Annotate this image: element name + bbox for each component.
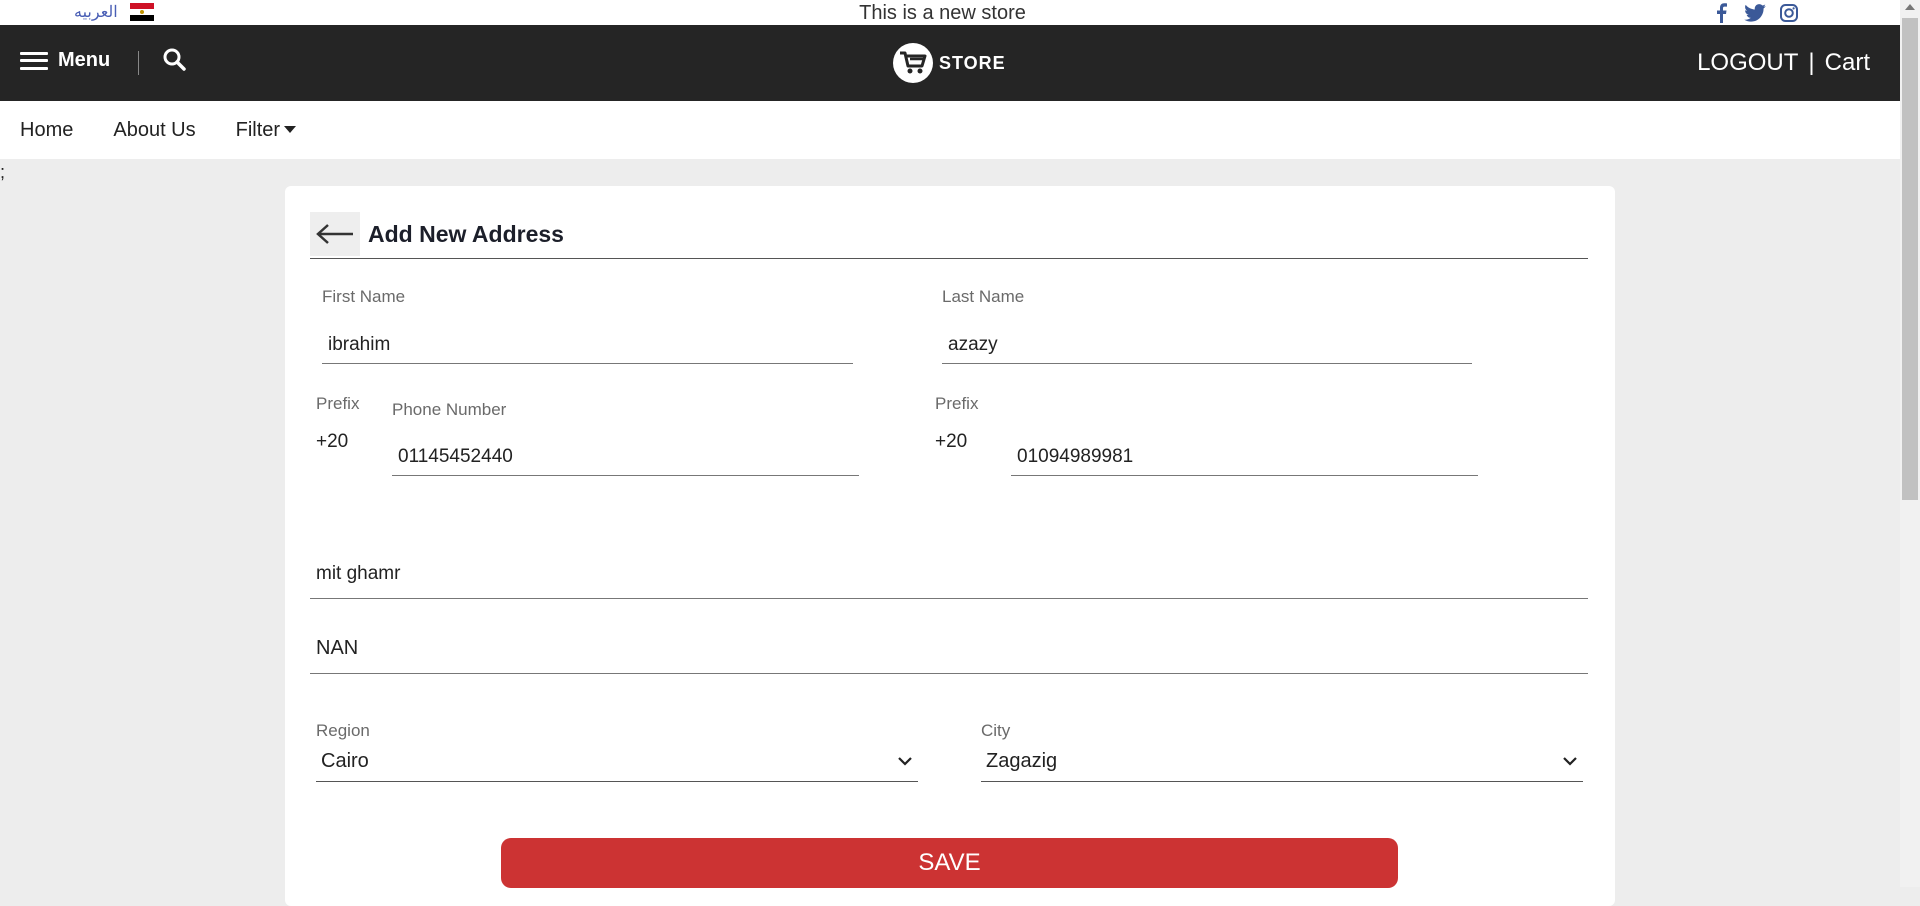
prefix2-value: +20 <box>935 431 968 452</box>
save-button[interactable]: SAVE <box>501 838 1398 888</box>
caret-down-icon[interactable] <box>284 126 297 134</box>
nav-item-about[interactable]: About Us <box>113 119 195 142</box>
chevron-down-icon[interactable] <box>898 757 912 766</box>
address-line2-input[interactable] <box>310 624 1588 674</box>
nav-home-label[interactable]: Home <box>20 119 73 142</box>
announcement-text: This is a new store <box>859 2 1026 24</box>
chevron-down-icon[interactable] <box>1563 757 1577 766</box>
instagram-icon[interactable] <box>1778 2 1800 24</box>
back-button[interactable] <box>310 212 360 256</box>
logo-text: STORE <box>939 52 1006 73</box>
last-name-label: Last Name <box>942 287 1025 306</box>
region-label: Region <box>316 721 370 740</box>
menu-button[interactable]: Menu <box>20 49 110 72</box>
form-header: Add New Address <box>310 210 1588 259</box>
address-form-card: Add New Address First Name Last Name Pre… <box>285 186 1615 906</box>
arrow-left-icon[interactable] <box>315 223 355 245</box>
nav-filter-label[interactable]: Filter <box>236 119 280 142</box>
first-name-input[interactable] <box>322 326 853 364</box>
hamburger-icon[interactable] <box>20 51 48 70</box>
nav-about-label[interactable]: About Us <box>113 119 195 142</box>
last-name-input[interactable] <box>942 326 1472 364</box>
prefix-label: Prefix <box>316 394 360 413</box>
vertical-scrollbar[interactable] <box>1900 0 1920 887</box>
logout-link[interactable]: LOGOUT <box>1697 49 1798 77</box>
nav-item-filter[interactable]: Filter <box>236 119 297 142</box>
scroll-thumb[interactable] <box>1902 18 1918 500</box>
region-select[interactable]: Cairo <box>316 742 918 782</box>
page-title: Add New Address <box>368 220 564 247</box>
city-label: City <box>981 721 1011 740</box>
prefix-value: +20 <box>316 431 349 452</box>
top-bar: العربيه This is a new store <box>0 0 1900 26</box>
store-logo[interactable]: STORE <box>893 43 1006 83</box>
city-select[interactable]: Zagazig <box>981 742 1583 782</box>
main-header: Menu STORE LOGOUT | Cart <box>0 25 1900 101</box>
stray-text: ; <box>0 162 6 182</box>
header-divider <box>138 51 139 75</box>
region-value[interactable]: Cairo <box>321 750 369 773</box>
search-button[interactable] <box>162 47 186 76</box>
cart-logo-icon <box>893 43 933 83</box>
city-value[interactable]: Zagazig <box>986 750 1057 773</box>
prefix2-label: Prefix <box>935 394 979 413</box>
header-separator: | <box>1808 49 1815 76</box>
search-icon[interactable] <box>162 47 186 71</box>
cart-link[interactable]: Cart <box>1825 49 1870 77</box>
address-input[interactable] <box>310 549 1588 599</box>
phone-number-input[interactable] <box>392 438 859 476</box>
first-name-label: First Name <box>322 287 406 306</box>
header-actions: LOGOUT | Cart <box>1697 49 1870 77</box>
nav-bar: Home About Us Filter <box>0 101 1900 159</box>
nav-item-home[interactable]: Home <box>20 119 73 142</box>
social-links <box>1710 2 1800 24</box>
phone-number2-input[interactable] <box>1011 438 1478 476</box>
twitter-icon[interactable] <box>1744 2 1766 24</box>
menu-label[interactable]: Menu <box>58 49 110 72</box>
facebook-icon[interactable] <box>1710 2 1732 24</box>
phone-number-label: Phone Number <box>392 400 507 419</box>
scroll-up-arrow-icon[interactable] <box>1905 4 1915 10</box>
